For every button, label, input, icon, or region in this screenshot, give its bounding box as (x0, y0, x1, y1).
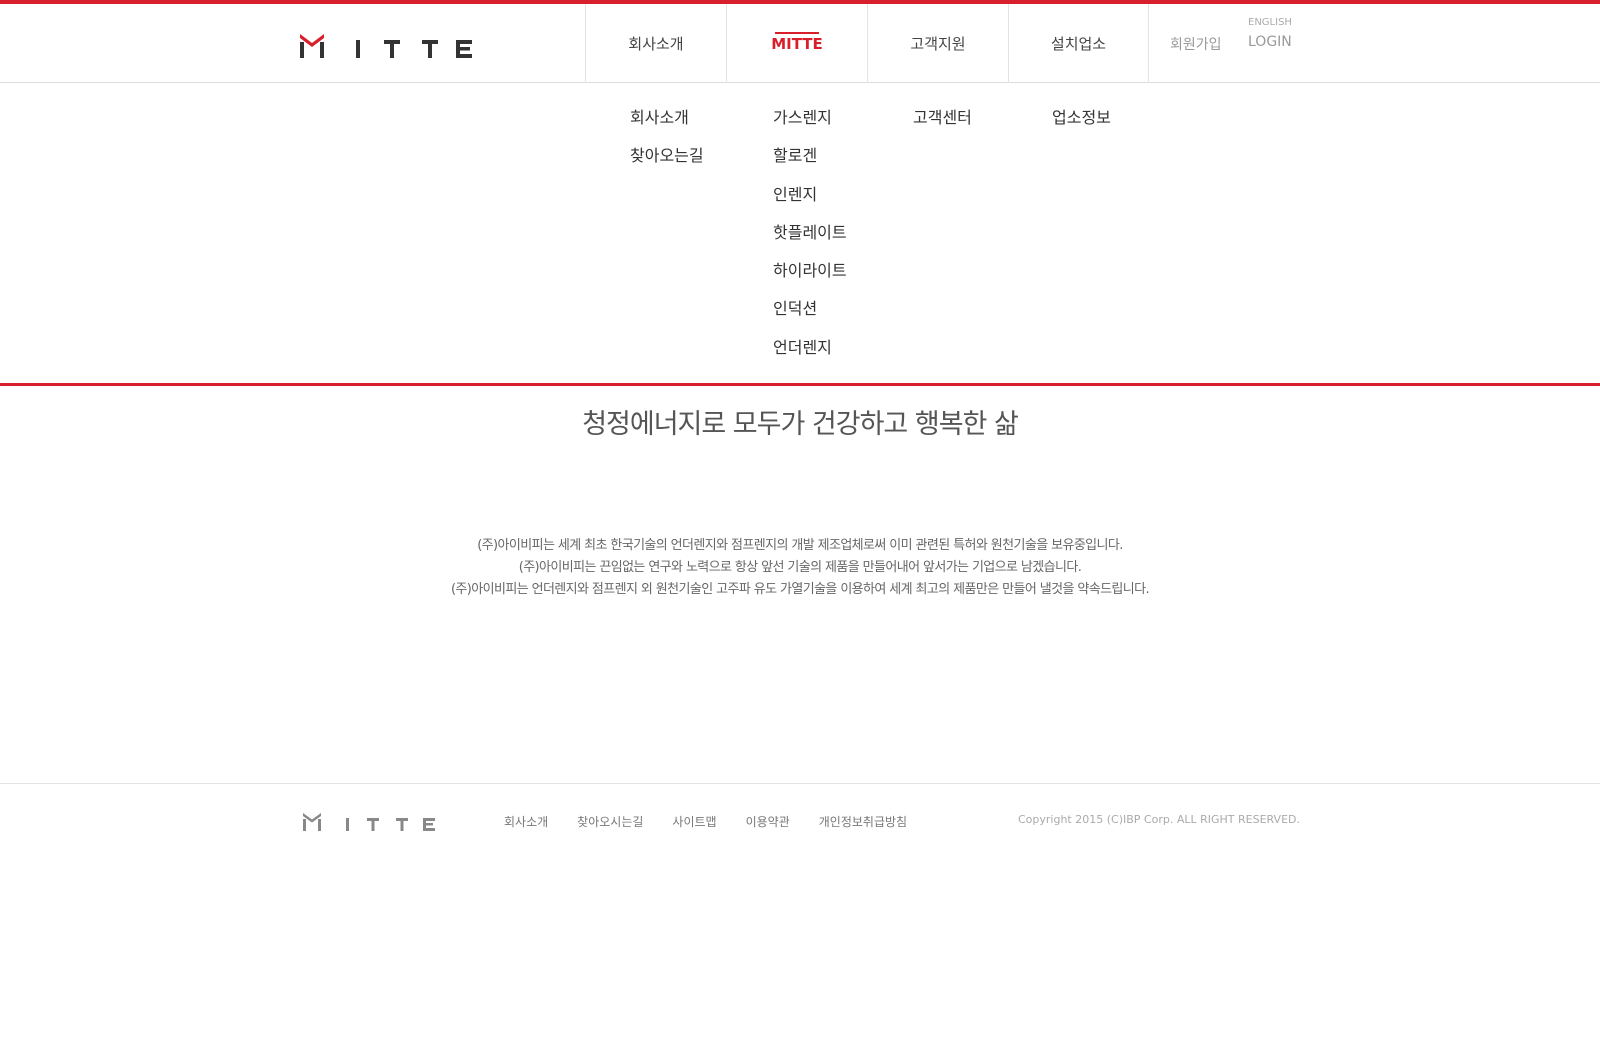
main-slogan: 청정에너지로 모두가 건강하고 행복한 삶 (582, 409, 1019, 440)
submenu-item[interactable]: 할로겐 (773, 145, 847, 183)
submenu-item[interactable]: 인렌지 (773, 184, 847, 222)
footer-link-terms[interactable]: 이용약관 (746, 813, 790, 830)
footer-logo[interactable] (303, 813, 435, 835)
copyright-text: Copyright 2015 (C)IBP Corp. ALL RIGHT RE… (1017, 813, 1300, 826)
mitte-footer-logo-icon (303, 813, 435, 831)
submenu-item[interactable]: 업소정보 (1052, 107, 1111, 145)
main-nav: 회사소개 MITTE 고객지원 설치업소 (585, 4, 1149, 83)
submenu-item[interactable]: 핫플레이트 (773, 222, 847, 260)
description-line: (주)아이비피는 세계 최초 한국기술의 언더렌지와 점프렌지의 개발 제조업체… (477, 538, 1123, 553)
submenu-item[interactable]: 회사소개 (630, 107, 704, 145)
english-link[interactable]: ENGLISH (1248, 17, 1292, 28)
company-description: (주)아이비피는 세계 최초 한국기술의 언더렌지와 점프렌지의 개발 제조업체… (0, 535, 1600, 601)
login-link[interactable]: LOGIN (1248, 34, 1292, 50)
submenu-item[interactable]: 하이라이트 (773, 260, 847, 298)
site-logo[interactable] (300, 34, 472, 58)
footer-link-privacy[interactable]: 개인정보취급방침 (819, 813, 907, 830)
header: 회사소개 MITTE 고객지원 설치업소 회원가입 ENGLISH LOGIN (0, 4, 1600, 83)
footer-links: 회사소개 찾아오시는길 사이트맵 이용약관 개인정보취급방침 (504, 813, 936, 830)
submenu-item[interactable]: 가스렌지 (773, 107, 847, 145)
submenu-item[interactable]: 언더렌지 (773, 337, 847, 375)
mega-submenu: 회사소개 찾아오는길 가스렌지 할로겐 인렌지 핫플레이트 하이라이트 인덕션 … (0, 83, 1600, 383)
submenu-divider (0, 383, 1600, 386)
submenu-item[interactable]: 찾아오는길 (630, 145, 704, 183)
nav-item-company[interactable]: 회사소개 (585, 4, 726, 83)
nav-item-mitte[interactable]: MITTE (726, 4, 867, 83)
join-link[interactable]: 회원가입 (1170, 34, 1222, 54)
description-line: (주)아이비피는 끈임없는 연구와 노력으로 항상 앞선 기술의 제품을 만들어… (518, 560, 1082, 575)
submenu-item[interactable]: 인덕션 (773, 298, 847, 336)
footer-link-directions[interactable]: 찾아오시는길 (577, 813, 643, 830)
footer: 회사소개 찾아오시는길 사이트맵 이용약관 개인정보취급방침 Copyright… (0, 783, 1600, 1050)
submenu-install: 업소정보 (1052, 107, 1111, 145)
nav-item-install[interactable]: 설치업소 (1008, 4, 1149, 83)
description-line: (주)아이비피는 언더렌지와 점프렌지 외 원천기술인 고주파 유도 가열기술을… (450, 582, 1150, 597)
submenu-item[interactable]: 고객센터 (913, 107, 972, 145)
footer-link-sitemap[interactable]: 사이트맵 (672, 813, 716, 830)
submenu-support: 고객센터 (913, 107, 972, 145)
nav-item-support[interactable]: 고객지원 (867, 4, 1008, 83)
submenu-company: 회사소개 찾아오는길 (630, 107, 704, 184)
mitte-logo-icon (300, 34, 472, 58)
submenu-mitte: 가스렌지 할로겐 인렌지 핫플레이트 하이라이트 인덕션 언더렌지 (773, 107, 847, 375)
footer-link-company[interactable]: 회사소개 (504, 813, 548, 830)
